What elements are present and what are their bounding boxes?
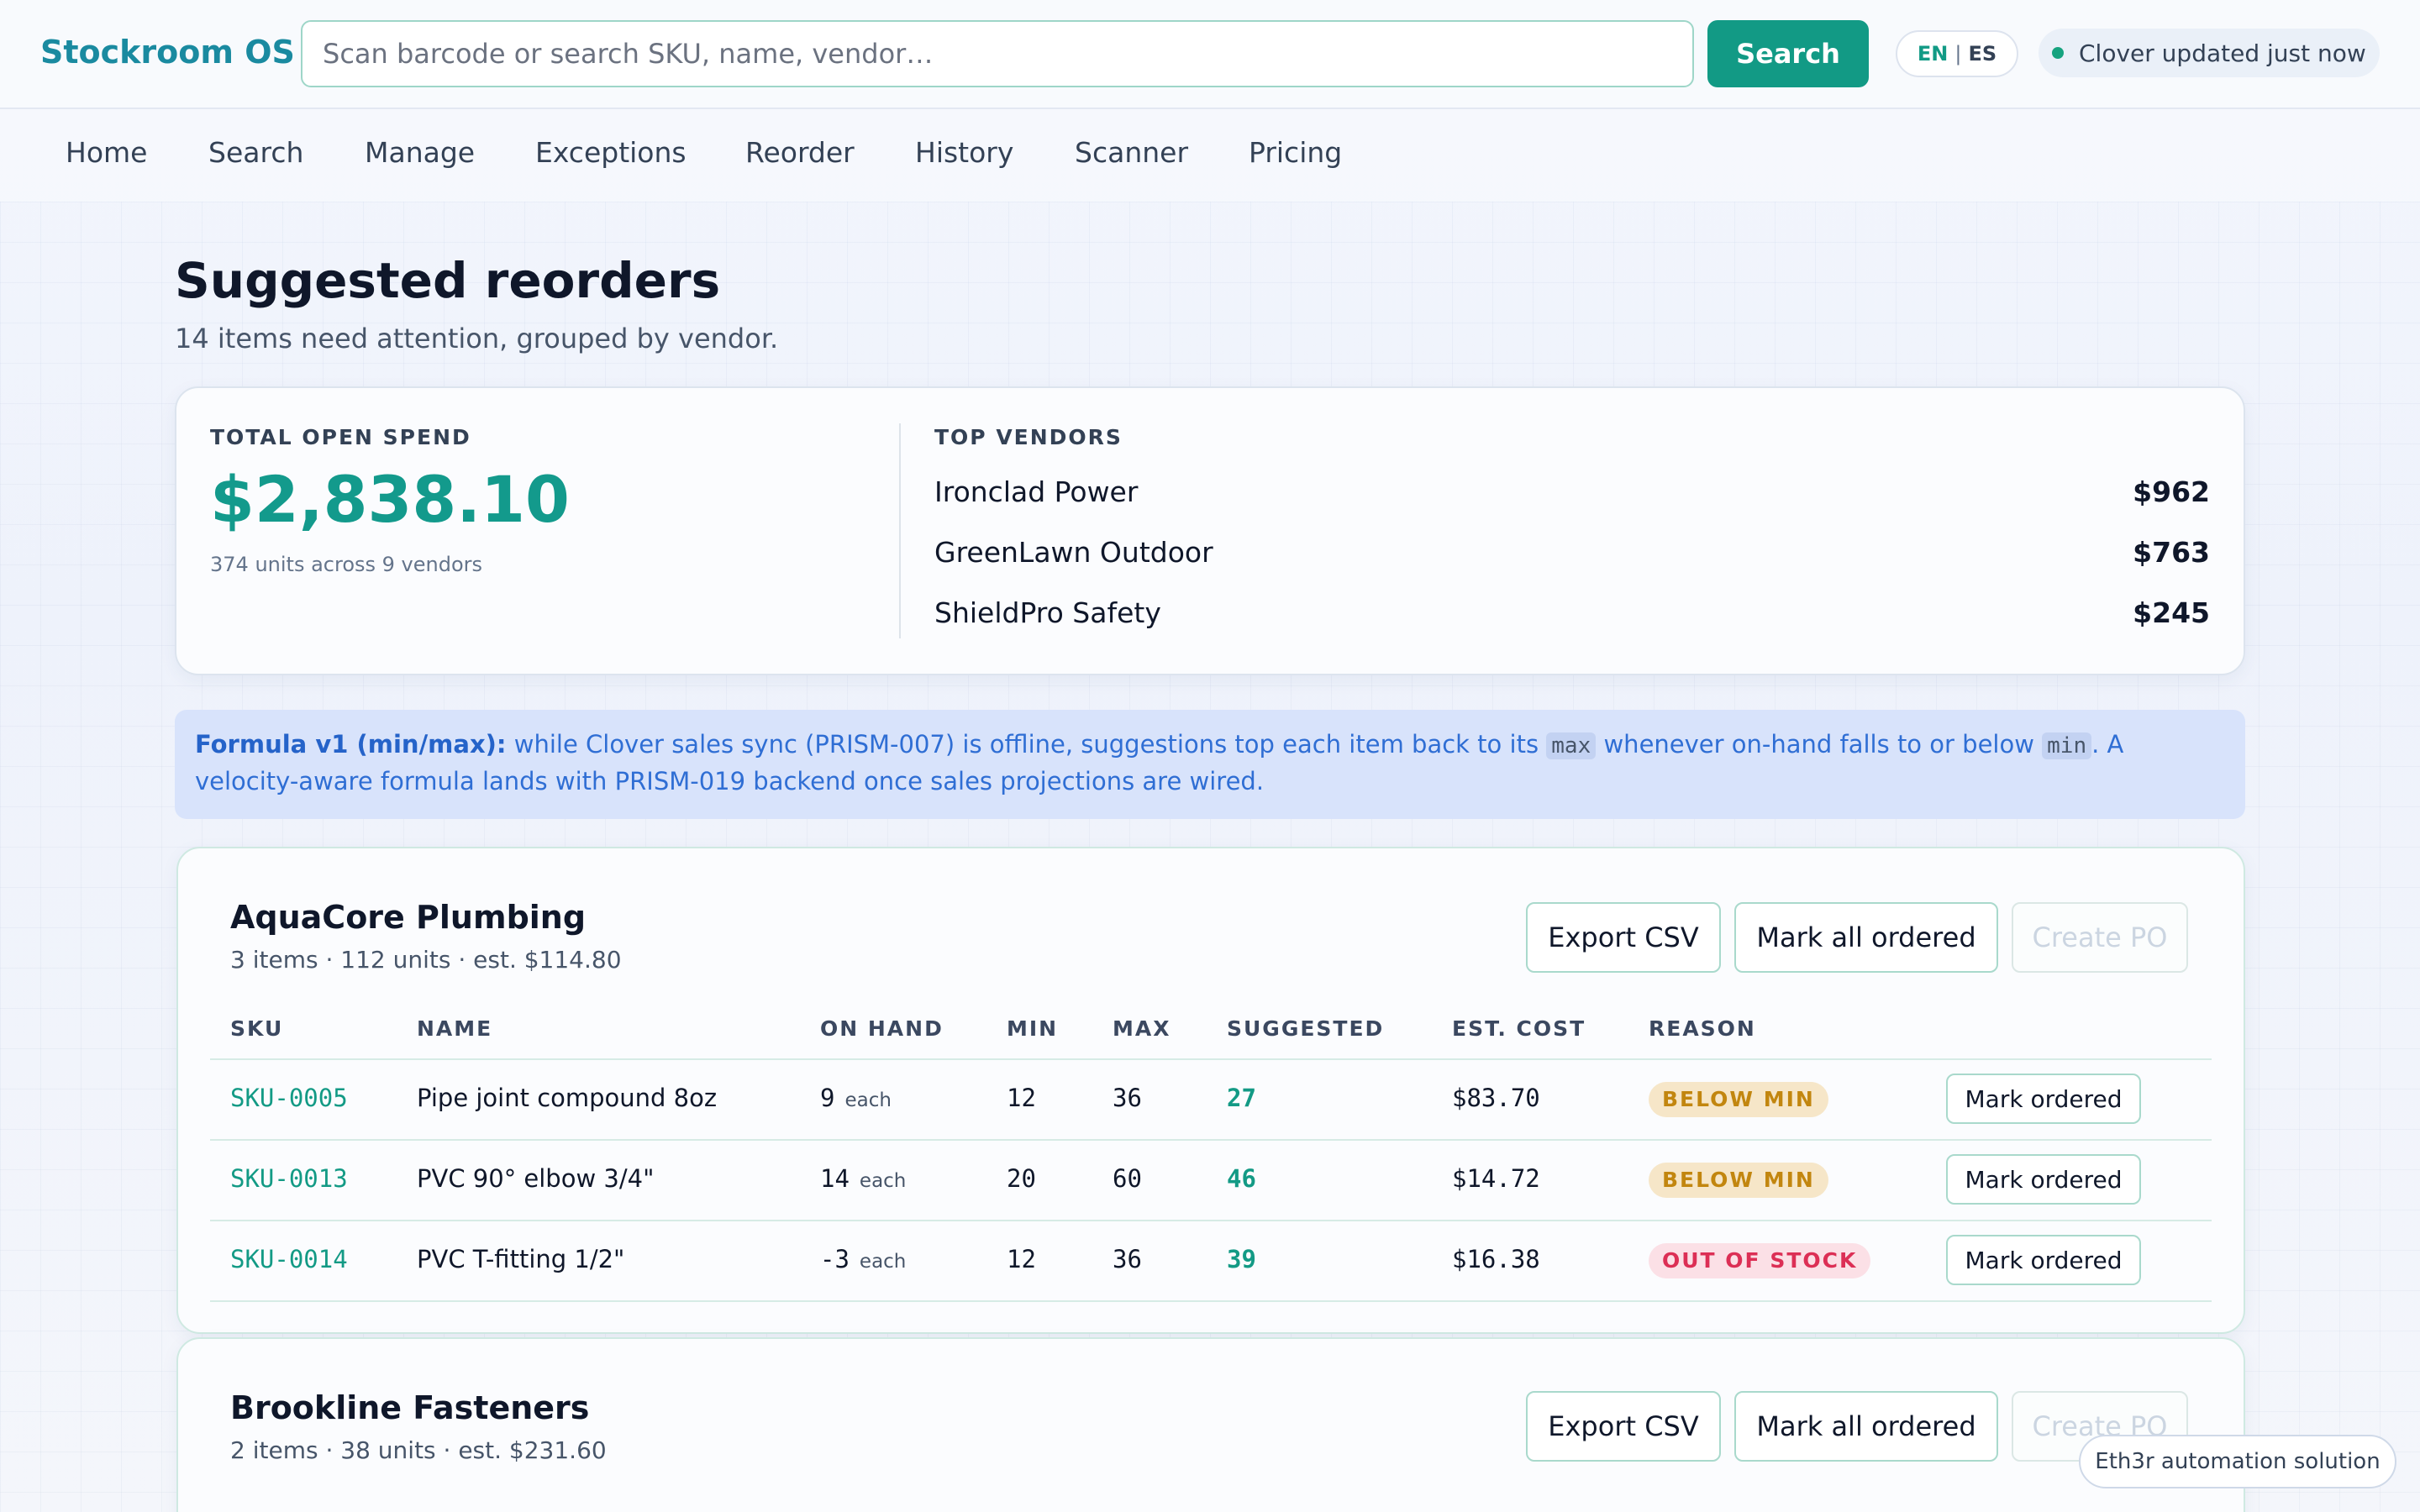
on-hand-qty: 14: [820, 1164, 850, 1193]
column-header-reason: REASON: [1649, 1016, 1756, 1041]
reason-badge: BELOW MIN: [1649, 1163, 1828, 1198]
column-header-min: MIN: [1007, 1016, 1059, 1041]
total-spend-amount: $2,838.10: [210, 462, 570, 537]
nav-manage[interactable]: Manage: [365, 136, 475, 169]
lang-separator: |: [1954, 42, 1962, 66]
est-cost: $83.70: [1452, 1084, 1540, 1112]
spend-summary-card: TOTAL OPEN SPEND $2,838.10 374 units acr…: [175, 386, 2245, 675]
status-dot-icon: [2052, 47, 2064, 59]
column-header-sku: SKU: [230, 1016, 284, 1041]
suggested-qty: 27: [1227, 1084, 1256, 1112]
nav-home[interactable]: Home: [66, 136, 147, 169]
mark-ordered-button[interactable]: Mark ordered: [1946, 1235, 2141, 1285]
max-value: 60: [1113, 1164, 1142, 1193]
nav-scanner[interactable]: Scanner: [1075, 136, 1188, 169]
top-vendor-amount: $962: [2133, 475, 2210, 508]
column-header-suggested: SUGGESTED: [1227, 1016, 1385, 1041]
automation-badge[interactable]: Eth3r automation solution: [2079, 1435, 2396, 1488]
vendor-group-card: AquaCore Plumbing 3 items · 112 units · …: [176, 847, 2245, 1334]
top-vendor-name: Ironclad Power: [934, 475, 1139, 508]
item-name: PVC T-fitting 1/2": [417, 1245, 625, 1273]
top-vendor-name: ShieldPro Safety: [934, 596, 1161, 629]
top-vendor-name: GreenLawn Outdoor: [934, 536, 1213, 569]
unit-label: each: [859, 1251, 907, 1273]
page-subtitle: 14 items need attention, grouped by vend…: [175, 323, 779, 354]
column-header-on-hand: ON HAND: [820, 1016, 944, 1041]
vendor-group-title: AquaCore Plumbing: [230, 899, 587, 936]
on-hand-qty: -3: [820, 1245, 850, 1273]
on-hand-value: 9 each: [820, 1084, 892, 1112]
top-vendor-amount: $763: [2133, 536, 2210, 569]
units-summary: 374 units across 9 vendors: [210, 553, 482, 576]
mark-ordered-button[interactable]: Mark ordered: [1946, 1154, 2141, 1205]
vendor-group-meta: 2 items · 38 units · est. $231.60: [230, 1436, 607, 1464]
reason-badge: BELOW MIN: [1649, 1082, 1828, 1117]
page-title: Suggested reorders: [175, 252, 721, 309]
table-divider: [210, 1058, 2212, 1060]
nav-history[interactable]: History: [915, 136, 1013, 169]
unit-label: each: [859, 1170, 907, 1192]
nav-exceptions[interactable]: Exceptions: [535, 136, 687, 169]
suggested-qty: 46: [1227, 1164, 1256, 1193]
nav-pricing[interactable]: Pricing: [1249, 136, 1342, 169]
column-header-est-cost: EST. COST: [1452, 1016, 1586, 1041]
search-button[interactable]: Search: [1707, 20, 1869, 87]
column-header-max: MAX: [1113, 1016, 1171, 1041]
banner-code-min: min: [2042, 732, 2092, 759]
row-divider: [210, 1139, 2212, 1141]
sku-link[interactable]: SKU-0005: [230, 1084, 348, 1112]
mark-ordered-button[interactable]: Mark ordered: [1946, 1074, 2141, 1124]
banner-text: whenever on-hand falls to or below: [1596, 730, 2043, 759]
export-csv-button[interactable]: Export CSV: [1526, 902, 1721, 973]
lang-en[interactable]: EN: [1918, 42, 1948, 66]
item-name: Pipe joint compound 8oz: [417, 1084, 718, 1112]
suggested-qty: 39: [1227, 1245, 1256, 1273]
mark-all-ordered-button[interactable]: Mark all ordered: [1734, 902, 1998, 973]
top-vendors-label: TOP VENDORS: [934, 425, 1123, 449]
formula-info-banner: Formula v1 (min/max): while Clover sales…: [175, 710, 2245, 819]
est-cost: $14.72: [1452, 1164, 1540, 1193]
sku-link[interactable]: SKU-0013: [230, 1164, 348, 1193]
item-name: PVC 90° elbow 3/4": [417, 1164, 655, 1193]
banner-code-max: max: [1546, 732, 1597, 759]
language-toggle[interactable]: EN | ES: [1896, 30, 2018, 77]
min-value: 20: [1007, 1164, 1036, 1193]
top-vendor-amount: $245: [2133, 596, 2210, 629]
reason-badge: OUT OF STOCK: [1649, 1243, 1871, 1278]
nav-reorder[interactable]: Reorder: [745, 136, 855, 169]
sync-status-text: Clover updated just now: [2079, 39, 2366, 67]
banner-text: while Clover sales sync (PRISM-007) is o…: [506, 730, 1547, 759]
vendor-group-card: Brookline Fasteners 2 items · 38 units ·…: [176, 1337, 2245, 1512]
main-nav: Home Search Manage Exceptions Reorder Hi…: [0, 109, 2420, 202]
max-value: 36: [1113, 1084, 1142, 1112]
total-spend-label: TOTAL OPEN SPEND: [210, 425, 471, 449]
est-cost: $16.38: [1452, 1245, 1540, 1273]
column-header-name: NAME: [417, 1016, 493, 1041]
row-divider: [210, 1300, 2212, 1302]
nav-search[interactable]: Search: [208, 136, 303, 169]
min-value: 12: [1007, 1245, 1036, 1273]
top-bar: Stockroom OS Search EN | ES Clover updat…: [0, 0, 2420, 109]
on-hand-value: -3 each: [820, 1245, 906, 1273]
on-hand-qty: 9: [820, 1084, 835, 1112]
max-value: 36: [1113, 1245, 1142, 1273]
min-value: 12: [1007, 1084, 1036, 1112]
banner-lead: Formula v1 (min/max):: [195, 730, 507, 759]
summary-divider: [899, 423, 901, 638]
export-csv-button[interactable]: Export CSV: [1526, 1391, 1721, 1462]
create-po-button[interactable]: Create PO: [2012, 902, 2188, 973]
vendor-group-meta: 3 items · 112 units · est. $114.80: [230, 946, 622, 974]
mark-all-ordered-button[interactable]: Mark all ordered: [1734, 1391, 1998, 1462]
app-logo[interactable]: Stockroom OS: [40, 34, 295, 71]
sku-link[interactable]: SKU-0014: [230, 1245, 348, 1273]
sync-status: Clover updated just now: [2039, 29, 2380, 77]
search-input[interactable]: [301, 20, 1694, 87]
unit-label: each: [844, 1089, 892, 1111]
lang-es[interactable]: ES: [1968, 42, 1996, 66]
row-divider: [210, 1220, 2212, 1221]
vendor-group-title: Brookline Fasteners: [230, 1389, 590, 1426]
on-hand-value: 14 each: [820, 1164, 906, 1193]
